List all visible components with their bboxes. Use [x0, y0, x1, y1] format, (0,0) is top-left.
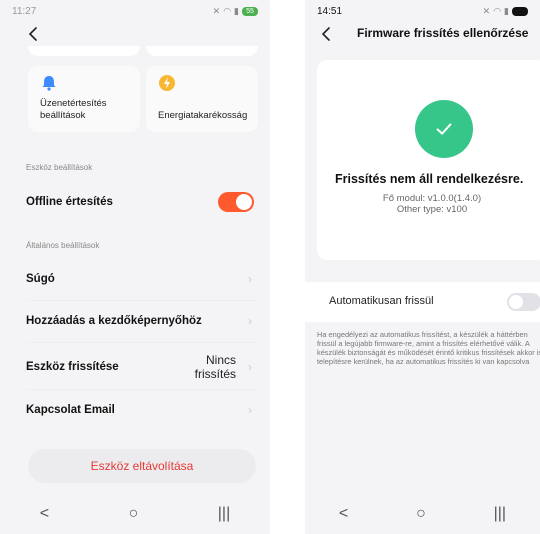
device-update-label: Eszköz frissítése	[26, 361, 119, 373]
nav-recents-button[interactable]: |||	[218, 505, 230, 523]
status-icons: ✕ ◠ ▮	[483, 6, 528, 17]
wifi-icon: ◠	[493, 5, 502, 16]
system-nav-bar: < ○ |||	[305, 494, 540, 534]
status-icons: ✕ ◠ ▮ 55	[213, 6, 258, 17]
back-icon[interactable]	[26, 26, 40, 42]
tile-label: Üzenetértesítés beállítások	[40, 98, 107, 121]
remove-device-button[interactable]: Eszköz eltávolítása	[28, 449, 256, 483]
device-settings-title: Eszköz beállítások	[26, 163, 93, 172]
contact-email-row[interactable]: Kapcsolat Email ›	[0, 389, 270, 431]
offline-notification-label: Offline értesítés	[26, 196, 113, 208]
update-status-text: Frissítés nem áll rendelkezésre.	[335, 172, 524, 186]
device-update-row[interactable]: Eszköz frissítése Nincs frissítés ›	[0, 345, 270, 389]
mute-icon: ✕	[482, 5, 491, 16]
firmware-check-screen: 14:51 ✕ ◠ ▮ Firmware frissítés ellenőrzé…	[305, 0, 540, 534]
battery-icon	[512, 6, 528, 16]
device-settings-screen: 11:27 ✕ ◠ ▮ 55 Üzenetértesítés beállítás…	[0, 0, 270, 534]
status-bar: 14:51 ✕ ◠ ▮	[305, 0, 540, 22]
auto-update-label: Automatikusan frissül	[329, 295, 434, 307]
status-time: 14:51	[317, 5, 343, 17]
bell-icon	[40, 74, 58, 92]
tile-label: Energiatakarékosság	[158, 110, 248, 121]
firmware-status-card: Frissítés nem áll rendelkezésre. Fő modu…	[317, 60, 540, 260]
main-module-version: Fő modul: v1.0.0(1.4.0)	[382, 193, 482, 204]
mute-icon: ✕	[212, 5, 221, 16]
nav-back-button[interactable]: <	[339, 505, 348, 523]
battery-icon: 55	[242, 6, 258, 16]
auto-update-toggle[interactable]	[507, 293, 540, 311]
page-title: Firmware frissítés ellenőrzése	[357, 26, 529, 40]
auto-update-description: Ha engedélyezi az automatikus frissítést…	[317, 330, 540, 366]
chevron-right-icon: ›	[248, 360, 252, 374]
system-nav-bar: < ○ |||	[0, 494, 270, 534]
nav-home-button[interactable]: ○	[416, 505, 426, 523]
divider	[26, 342, 256, 343]
tile-top-right-edge	[146, 46, 258, 56]
message-notification-settings-tile[interactable]: Üzenetértesítés beállítások	[28, 66, 140, 132]
tile-top-left-edge	[28, 46, 140, 56]
status-time: 11:27	[12, 5, 37, 17]
energy-saving-tile[interactable]: Energiatakarékosság	[146, 66, 258, 132]
wifi-icon: ◠	[223, 5, 232, 16]
nav-home-button[interactable]: ○	[129, 505, 139, 523]
signal-icon: ▮	[504, 5, 509, 16]
nav-back-button[interactable]: <	[40, 505, 49, 523]
add-to-home-label: Hozzáadás a kezdőképernyőhöz	[26, 315, 202, 327]
other-type-version: Other type: v100	[396, 204, 468, 215]
contact-email-label: Kapcsolat Email	[26, 404, 115, 416]
energy-icon	[158, 74, 176, 92]
nav-recents-button[interactable]: |||	[494, 505, 506, 523]
help-row[interactable]: Súgó ›	[0, 258, 270, 300]
back-icon[interactable]	[319, 26, 333, 42]
chevron-right-icon: ›	[248, 403, 252, 417]
add-to-home-row[interactable]: Hozzáadás a kezdőképernyőhöz ›	[0, 300, 270, 342]
checkmark-icon	[415, 100, 473, 158]
help-label: Súgó	[26, 273, 55, 285]
offline-notification-row: Offline értesítés	[0, 181, 270, 223]
general-settings-title: Általános beállítások	[26, 241, 100, 250]
device-update-value: Nincs frissítés	[194, 353, 236, 381]
auto-update-row: Automatikusan frissül	[305, 282, 540, 322]
chevron-right-icon: ›	[248, 314, 252, 328]
chevron-right-icon: ›	[248, 272, 252, 286]
status-bar: 11:27 ✕ ◠ ▮ 55	[0, 0, 270, 22]
offline-notification-toggle[interactable]	[218, 192, 254, 212]
signal-icon: ▮	[234, 5, 239, 16]
